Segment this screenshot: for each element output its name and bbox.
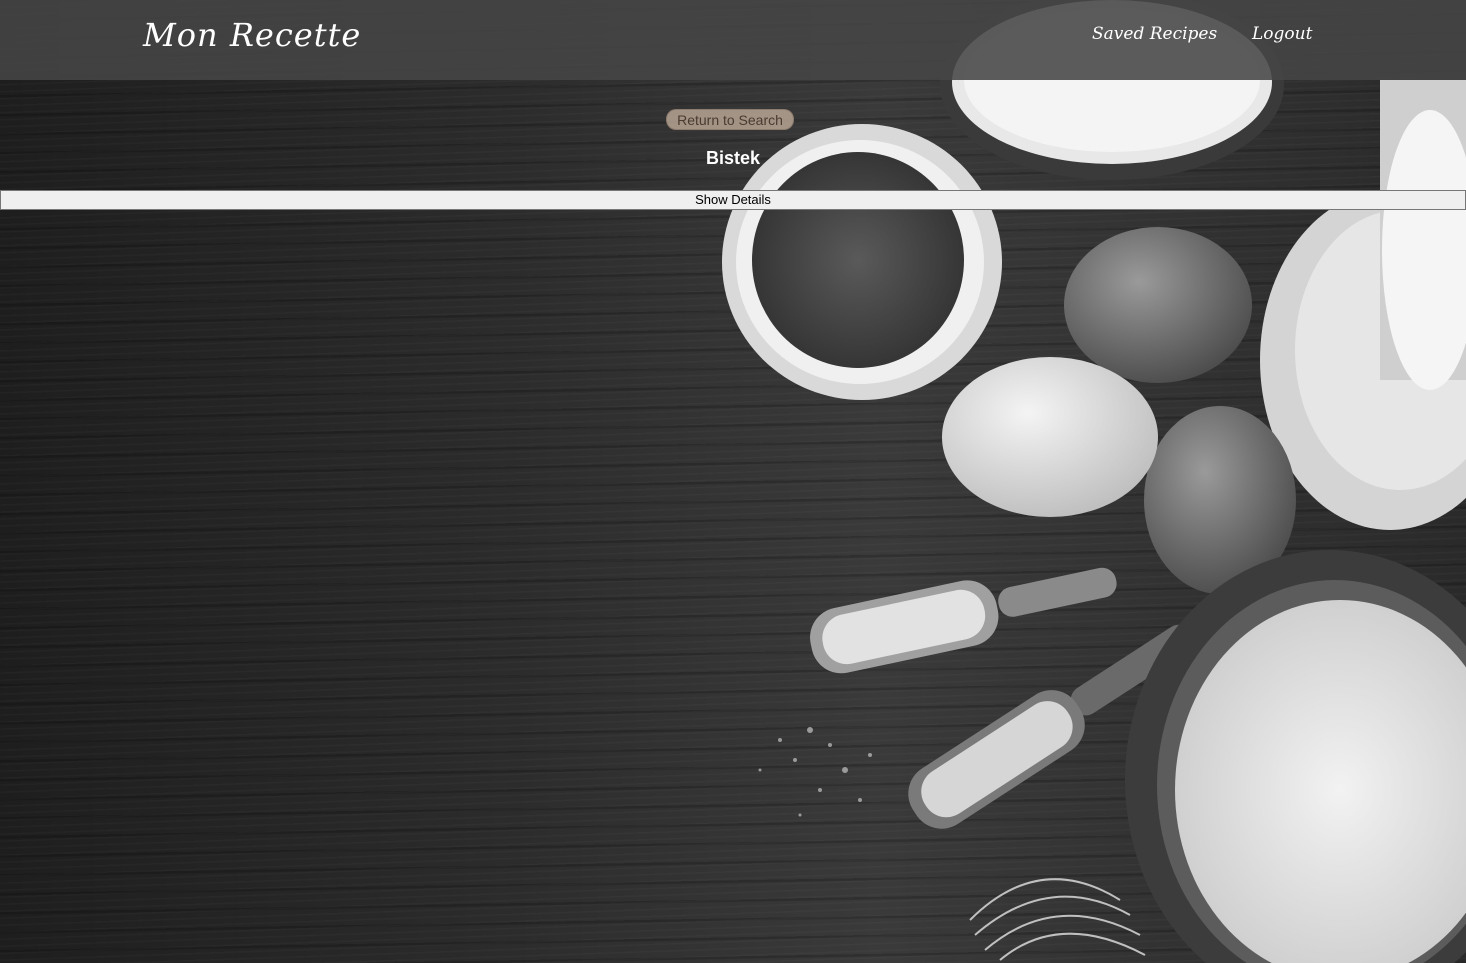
return-to-search-button[interactable]: Return to Search xyxy=(666,109,794,130)
brand-logo[interactable]: Mon Recette xyxy=(143,16,361,54)
navbar: Mon Recette Saved Recipes Logout xyxy=(0,0,1466,80)
nav-saved-recipes-link[interactable]: Saved Recipes xyxy=(1092,24,1217,44)
recipe-title: Bistek xyxy=(705,148,761,168)
nav-logout-link[interactable]: Logout xyxy=(1252,24,1312,44)
background-image xyxy=(0,0,1466,963)
show-details-button[interactable]: Show Details xyxy=(0,190,1466,210)
